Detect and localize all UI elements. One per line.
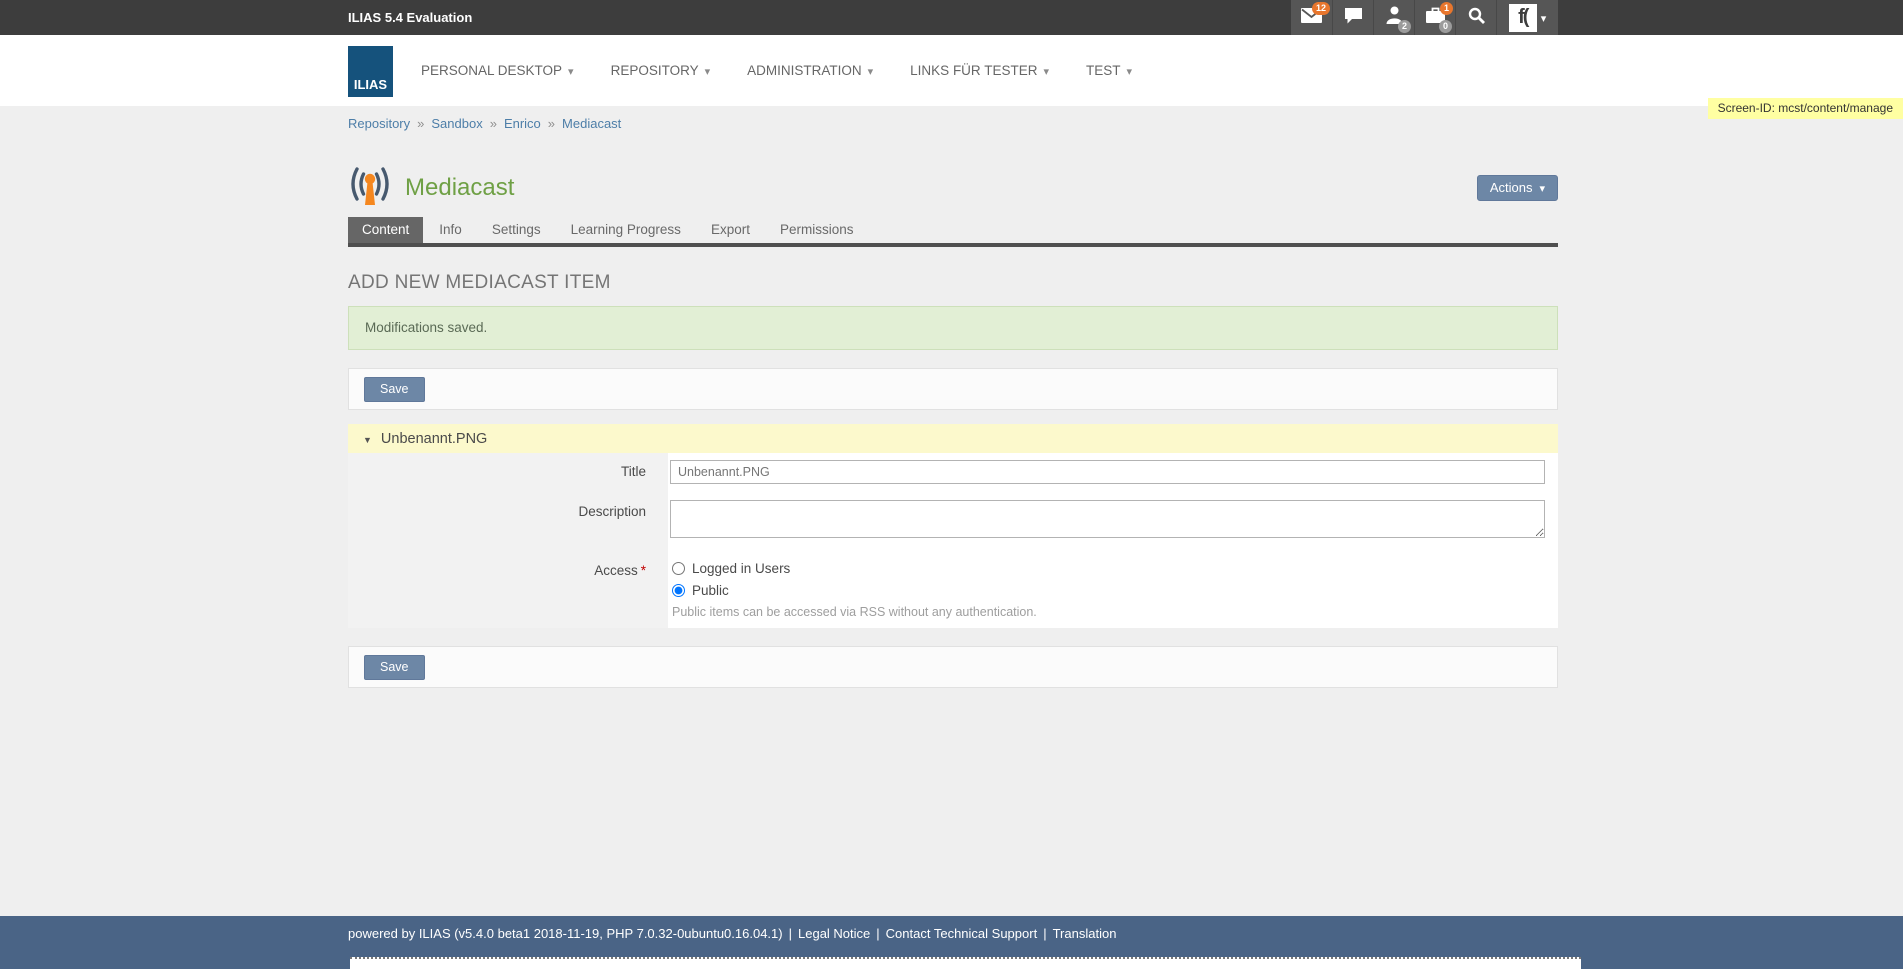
save-button-bottom[interactable]: Save <box>364 655 425 680</box>
access-option-public[interactable]: Public <box>672 583 1545 598</box>
top-bar: ILIAS 5.4 Evaluation 12 2 1 0 <box>0 0 1903 35</box>
chevron-down-icon <box>1043 63 1049 78</box>
user-menu-button[interactable]: f( <box>1496 0 1558 35</box>
menu-test[interactable]: TEST <box>1086 63 1132 78</box>
tab-export[interactable]: Export <box>697 217 764 243</box>
page-header: Mediacast Actions <box>348 165 1558 210</box>
contacts-badge: 2 <box>1398 20 1411 33</box>
footer-text: powered by ILIAS (v5.4.0 beta1 2018-11-1… <box>348 926 1116 941</box>
form-heading: ADD NEW MEDIACAST ITEM <box>348 272 1558 294</box>
description-label: Description <box>348 493 668 552</box>
tab-learning-progress[interactable]: Learning Progress <box>557 217 695 243</box>
tab-bar: Content Info Settings Learning Progress … <box>348 217 1558 247</box>
access-option-logged-in[interactable]: Logged in Users <box>672 561 1545 576</box>
main-menu: PERSONAL DESKTOP REPOSITORY ADMINISTRATI… <box>421 35 1132 106</box>
tasks-button[interactable]: 1 0 <box>1414 0 1455 35</box>
top-save-strip: Save <box>348 368 1558 410</box>
tab-permissions[interactable]: Permissions <box>766 217 868 243</box>
collapse-triangle-icon <box>363 431 372 447</box>
chevron-down-icon <box>568 63 574 78</box>
breadcrumb-sandbox[interactable]: Sandbox <box>431 116 482 131</box>
title-input[interactable] <box>670 460 1545 484</box>
form-row-description: Description <box>348 493 1558 552</box>
menu-repository[interactable]: REPOSITORY <box>611 63 711 78</box>
breadcrumb: Repository»Sandbox»Enrico»Mediacast <box>348 106 1558 133</box>
chevron-down-icon <box>1541 9 1547 27</box>
search-icon <box>1468 7 1485 29</box>
ilias-logo[interactable]: ILIAS <box>348 46 393 97</box>
translation-link[interactable]: Translation <box>1053 926 1117 941</box>
save-button[interactable]: Save <box>364 377 425 402</box>
bottom-save-strip: Save <box>348 646 1558 688</box>
access-byline: Public items can be accessed via RSS wit… <box>672 605 1545 619</box>
access-label: Access* <box>348 552 668 628</box>
chevron-down-icon <box>705 63 711 78</box>
tasks-done-badge: 0 <box>1439 20 1452 33</box>
title-label: Title <box>348 453 668 493</box>
mail-badge: 12 <box>1312 2 1330 15</box>
section-header-unbenannt[interactable]: Unbenannt.PNG <box>348 424 1558 453</box>
chevron-down-icon <box>1127 63 1133 78</box>
success-message: Modifications saved. <box>348 306 1558 350</box>
chevron-down-icon <box>868 63 874 78</box>
section-title: Unbenannt.PNG <box>381 431 487 447</box>
radio-public[interactable] <box>672 584 685 597</box>
tab-content[interactable]: Content <box>348 217 423 243</box>
powered-by-text: powered by ILIAS (v5.4.0 beta1 2018-11-1… <box>348 926 783 941</box>
search-button[interactable] <box>1455 0 1496 35</box>
breadcrumb-repository[interactable]: Repository <box>348 116 410 131</box>
chevron-down-icon <box>1539 180 1545 195</box>
mediacast-item-form: Title Description Access* Logged in User… <box>348 453 1558 628</box>
menu-personal-desktop[interactable]: PERSONAL DESKTOP <box>421 63 574 78</box>
menu-administration[interactable]: ADMINISTRATION <box>747 63 873 78</box>
content-column: Repository»Sandbox»Enrico»Mediacast Medi… <box>348 106 1558 916</box>
tab-info[interactable]: Info <box>425 217 476 243</box>
breadcrumb-mediacast[interactable]: Mediacast <box>562 116 621 131</box>
tasks-new-badge: 1 <box>1440 2 1453 15</box>
main-header: ILIAS PERSONAL DESKTOP REPOSITORY ADMINI… <box>0 35 1903 106</box>
installation-title: ILIAS 5.4 Evaluation <box>348 0 472 35</box>
mediacast-icon <box>348 165 392 210</box>
avatar: f( <box>1509 4 1537 32</box>
footer: powered by ILIAS (v5.4.0 beta1 2018-11-1… <box>0 916 1903 969</box>
form-row-title: Title <box>348 453 1558 493</box>
permalink-strip <box>350 957 1581 969</box>
screen-id-tooltip: Screen-ID: mcst/content/manage <box>1708 98 1903 119</box>
topbar-icon-group: 12 2 1 0 f( <box>1291 0 1558 35</box>
content-spacer <box>348 688 1558 916</box>
tab-settings[interactable]: Settings <box>478 217 555 243</box>
contact-support-link[interactable]: Contact Technical Support <box>886 926 1038 941</box>
chat-icon <box>1344 7 1363 29</box>
contacts-button[interactable]: 2 <box>1373 0 1414 35</box>
mail-button[interactable]: 12 <box>1291 0 1332 35</box>
required-marker: * <box>641 563 646 578</box>
form-row-access: Access* Logged in Users Public Public it… <box>348 552 1558 628</box>
menu-links-fuer-tester[interactable]: LINKS FÜR TESTER <box>910 63 1049 78</box>
actions-button[interactable]: Actions <box>1477 175 1558 201</box>
legal-notice-link[interactable]: Legal Notice <box>798 926 870 941</box>
chat-button[interactable] <box>1332 0 1373 35</box>
description-textarea[interactable] <box>670 500 1545 538</box>
radio-logged-in-users[interactable] <box>672 562 685 575</box>
page-title: Mediacast <box>405 174 514 202</box>
breadcrumb-enrico[interactable]: Enrico <box>504 116 541 131</box>
